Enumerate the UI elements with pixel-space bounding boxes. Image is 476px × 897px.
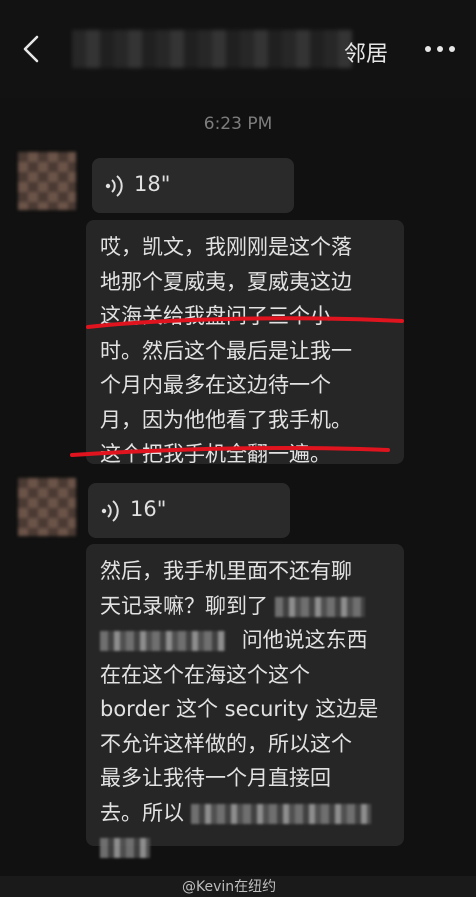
transcript-line: 天记录嘛？聊到了: [100, 589, 390, 624]
avatar[interactable]: [18, 478, 76, 536]
more-dots-icon[interactable]: [424, 44, 456, 54]
redacted-text: [274, 596, 365, 617]
transcript-line: 去。所以: [100, 796, 390, 831]
transcript-line: 这个把我手机全翻一遍。: [100, 442, 331, 466]
transcript-line: 月，因为他他看了我手机。: [100, 407, 352, 432]
chevron-left-icon[interactable]: [18, 34, 46, 64]
voice-wave-icon: [101, 500, 119, 522]
transcript-line: 在在这个在海这个这个: [100, 662, 310, 687]
transcript-line: 最多让我待一个月直接回: [100, 766, 331, 790]
transcript-line: 哎，凯文，我刚刚是这个落: [100, 235, 352, 259]
voice-duration: 16": [130, 497, 167, 521]
transcript-line: 地那个夏威夷，夏威夷这边: [100, 269, 352, 294]
transcript-line: 问他说这东西: [100, 623, 390, 658]
transcript-text: 去。所以: [100, 800, 184, 825]
transcript-line: 然后，我手机里面不还有聊: [100, 559, 352, 583]
voice-transcript: 然后，我手机里面不还有聊 天记录嘛？聊到了 问他说这东西 在在这个在海这个这个 …: [86, 544, 404, 858]
transcript-line: 时。然后这个最后是让我一: [100, 338, 352, 363]
message-timestamp: 6:23 PM: [203, 114, 273, 134]
transcript-text: 问他说这东西: [241, 628, 368, 652]
watermark: @Kevin在纽约: [182, 879, 277, 895]
transcript-line: 这海关给我盘问了三个小: [100, 304, 331, 328]
voice-message-bubble[interactable]: 18": [92, 158, 294, 213]
transcript-line: 不允许这样做的，所以这个: [100, 731, 352, 756]
chat-header: 邻居: [0, 0, 476, 98]
transcript-text: 天记录嘛？聊到了: [100, 593, 268, 618]
redacted-text: [100, 631, 225, 651]
transcript-line: [100, 830, 390, 865]
voice-transcript: 哎，凯文，我刚刚是这个落 地那个夏威夷，夏威夷这边 这海关给我盘问了三个小 时。…: [86, 220, 404, 466]
voice-wave-icon: [105, 175, 123, 197]
voice-duration: 18": [134, 172, 171, 196]
redacted-text: [100, 838, 150, 858]
avatar[interactable]: [18, 152, 76, 210]
redacted-contact-name: [72, 30, 352, 68]
transcript-line: 个月内最多在这边待一个: [100, 373, 331, 397]
redacted-text: [190, 803, 371, 824]
chat-title[interactable]: 邻居: [344, 36, 388, 68]
transcript-line: border 这个 security 这边是: [100, 697, 379, 721]
voice-message-bubble[interactable]: 16": [88, 483, 290, 538]
